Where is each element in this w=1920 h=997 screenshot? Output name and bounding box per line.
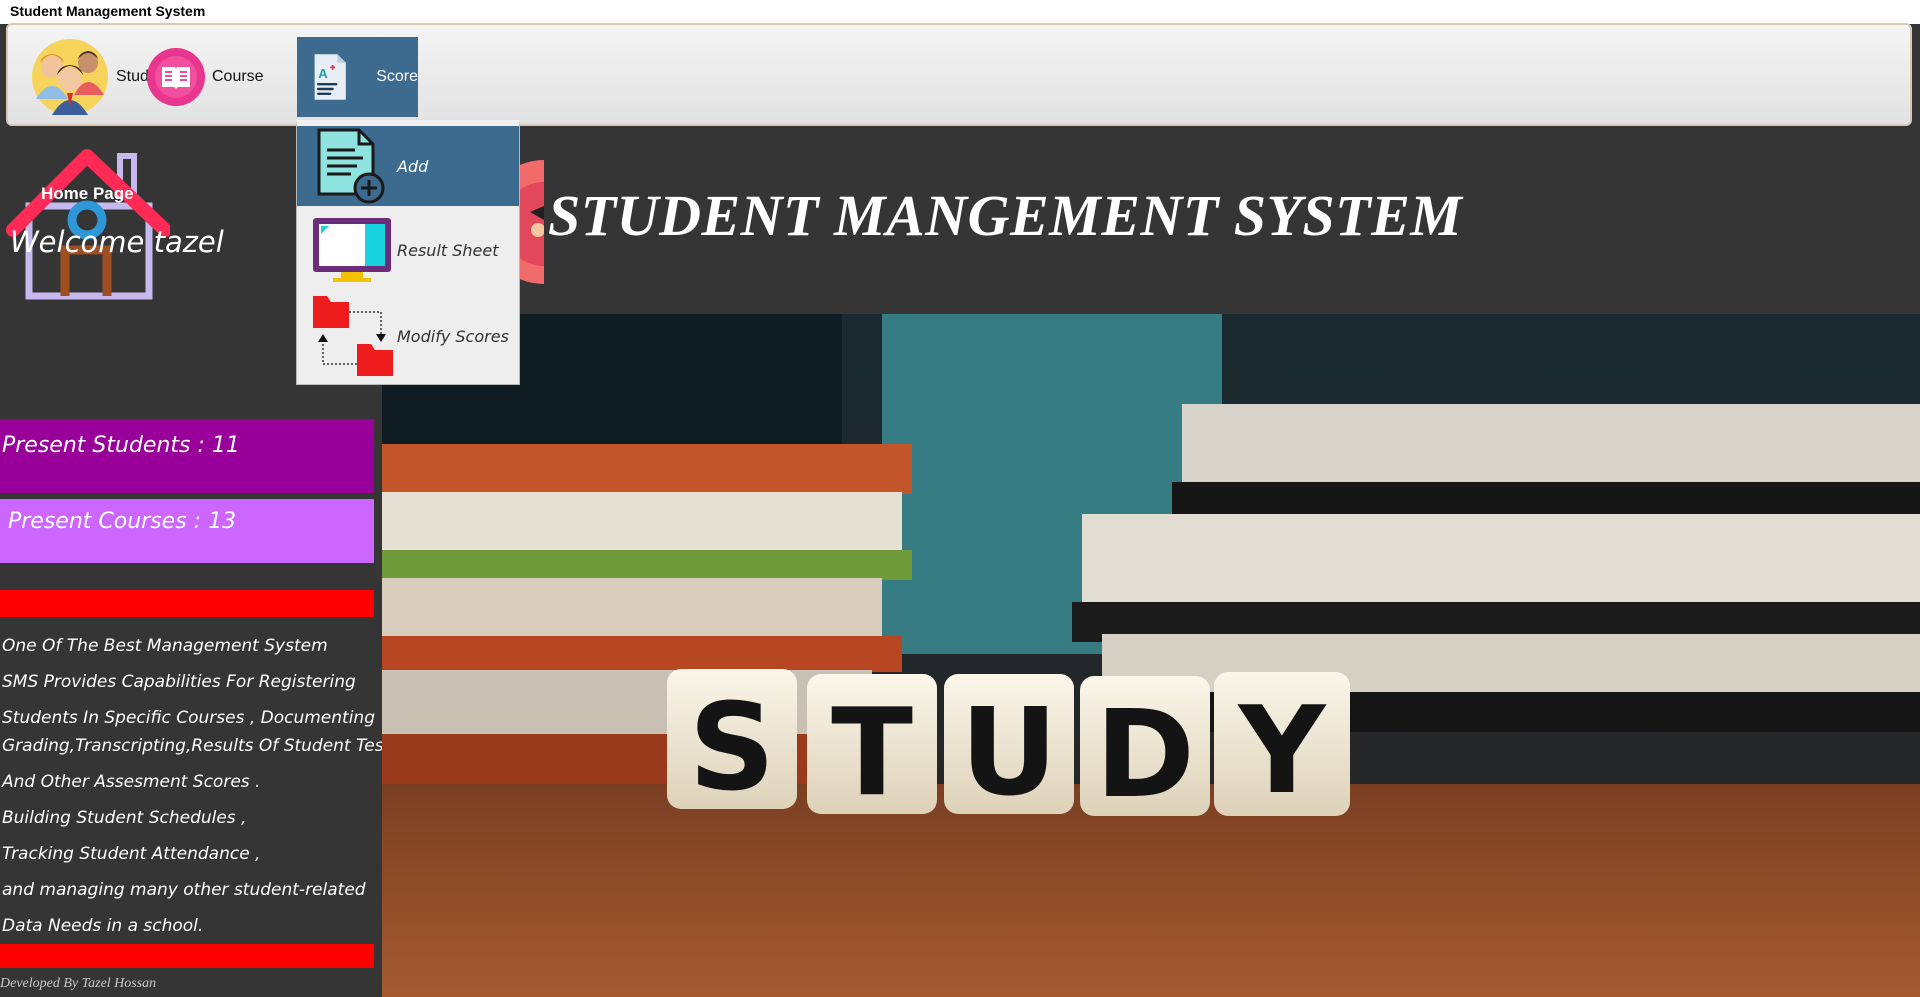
- description-line: Students In Specific Courses , Documenti…: [2, 708, 375, 728]
- cube-letter: Y: [1237, 682, 1328, 821]
- page-title: STUDENT MANGEMENT SYSTEM: [548, 183, 1463, 248]
- menu-course-label: Course: [212, 68, 264, 85]
- cube-letter: U: [960, 684, 1057, 823]
- present-courses-text: Present Courses : 13: [8, 509, 237, 534]
- transfer-folders-icon: [313, 296, 393, 376]
- menu-item-modify-scores[interactable]: Modify Scores: [297, 292, 519, 380]
- welcome-text: Welcome tazel: [10, 225, 224, 259]
- present-courses-panel: Present Courses : 13: [0, 499, 374, 563]
- cube-letter: S: [689, 679, 775, 818]
- study-photo: S T U D Y: [382, 314, 1920, 997]
- description-line: Data Needs in a school.: [2, 916, 204, 936]
- menu-score-label: Score: [376, 68, 418, 85]
- description-line: One Of The Best Management System: [2, 636, 328, 656]
- description-line: and managing many other student-related: [2, 880, 366, 900]
- menu-item-result-sheet[interactable]: Result Sheet: [297, 208, 519, 292]
- students-group-icon: [32, 39, 108, 115]
- grade-paper-icon: A: [314, 54, 346, 100]
- score-dropdown-menu: Add Result Sheet Modify Scores: [296, 120, 520, 385]
- developer-credit: Developed By Tazel Hossan: [0, 976, 157, 991]
- window-title: Student Management System: [10, 3, 206, 19]
- divider-bottom: [0, 944, 374, 968]
- divider-top: [0, 590, 374, 617]
- menu-course[interactable]: Course: [146, 37, 264, 117]
- monitor-icon: [313, 218, 391, 282]
- add-document-icon: [317, 128, 385, 204]
- cube-letter: T: [831, 684, 913, 823]
- menu-item-add[interactable]: Add: [297, 126, 519, 206]
- cube-letter: D: [1095, 686, 1195, 825]
- home-page-label: Home Page: [41, 184, 134, 203]
- menubar: Student Course A Score: [6, 23, 1912, 126]
- description-line: And Other Assesment Scores .: [2, 772, 261, 792]
- description-line: Grading,Transcripting,Results Of Student…: [2, 736, 400, 756]
- description-line: Building Student Schedules ,: [2, 808, 247, 828]
- book-icon: [147, 48, 205, 106]
- window-titlebar: Student Management System: [0, 0, 1920, 24]
- menu-item-add-label: Add: [397, 156, 429, 176]
- menu-score[interactable]: A Score: [297, 37, 418, 117]
- description-line: SMS Provides Capabilities For Registerin…: [2, 672, 356, 692]
- present-students-text: Present Students : 11: [2, 433, 240, 458]
- present-students-panel: Present Students : 11: [0, 419, 374, 493]
- description-line: Tracking Student Attendance ,: [2, 844, 261, 864]
- menu-item-modify-scores-label: Modify Scores: [397, 326, 509, 346]
- svg-text:A: A: [318, 66, 328, 81]
- menu-item-result-sheet-label: Result Sheet: [397, 240, 499, 260]
